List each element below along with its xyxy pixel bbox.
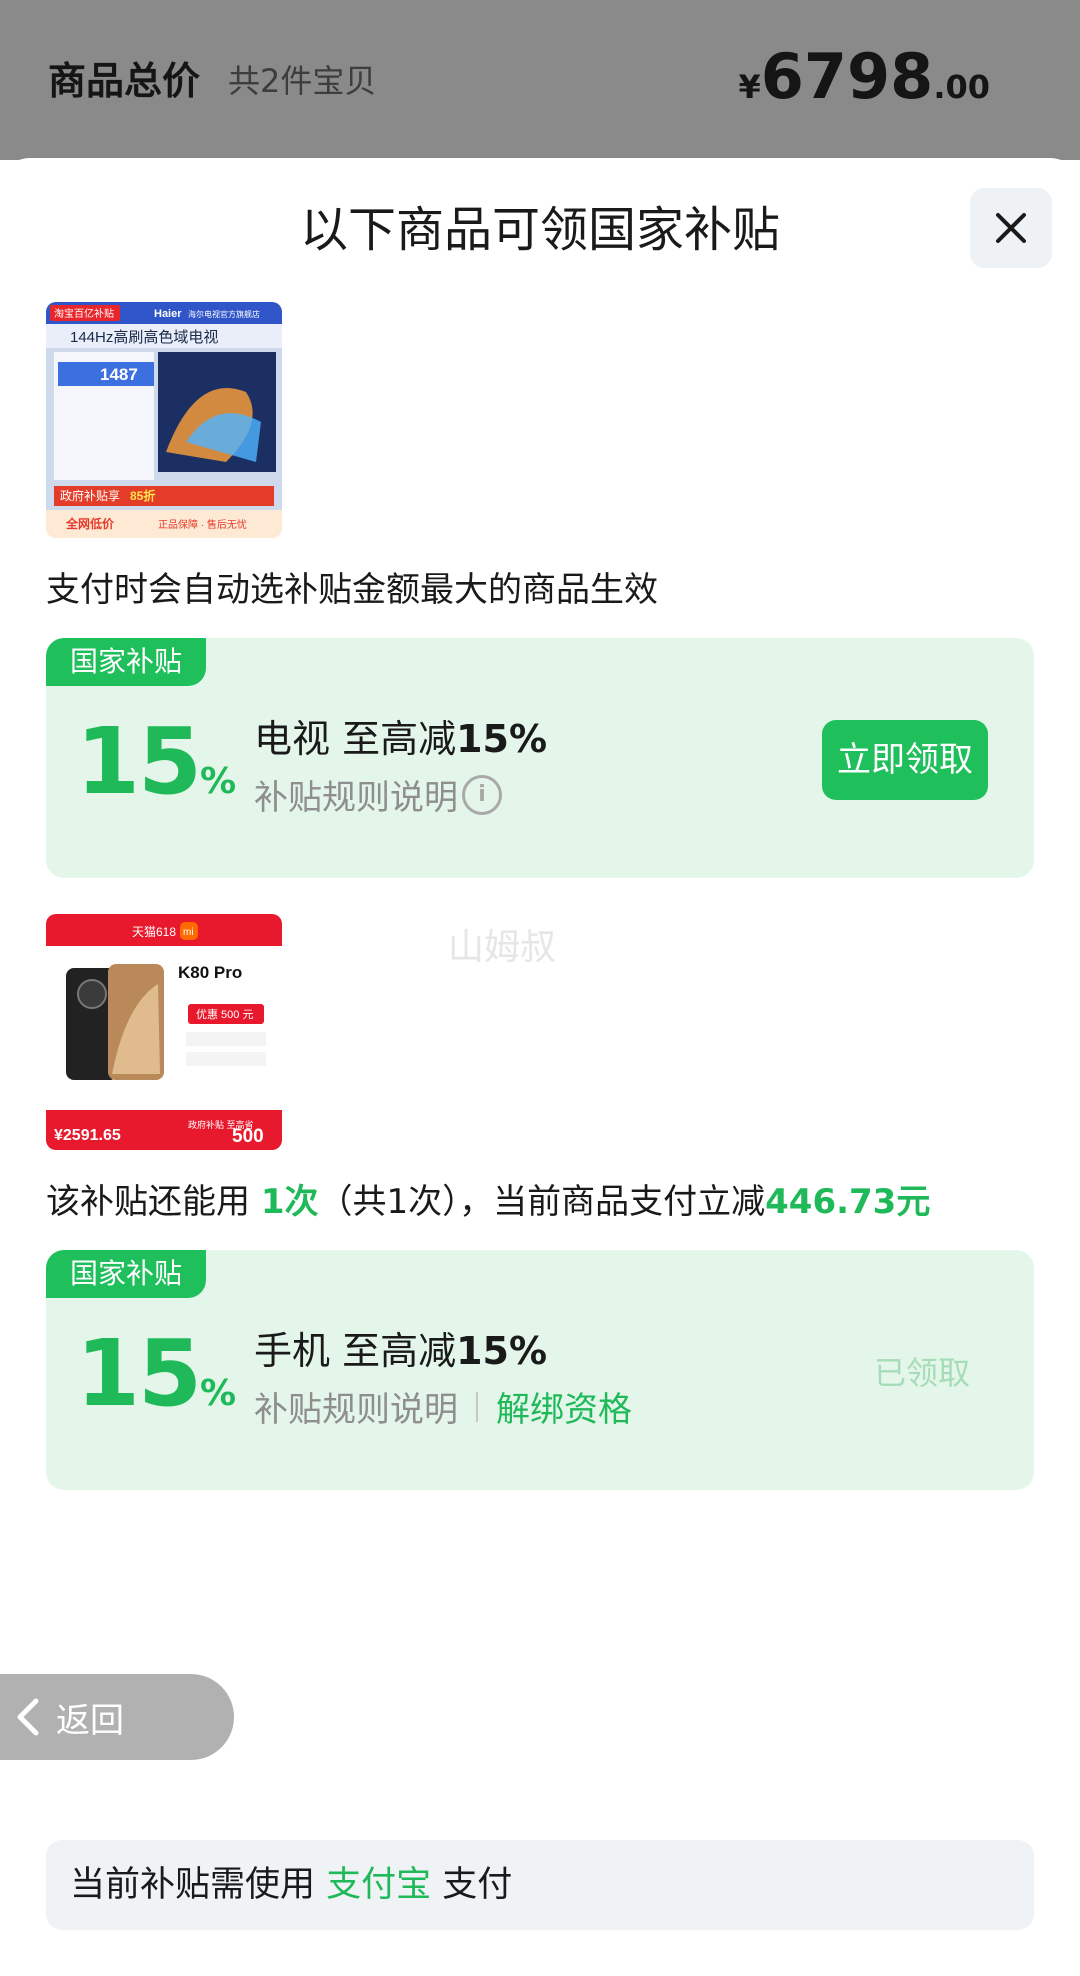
tv-footer-left: 全网低价: [65, 516, 115, 531]
total-price-label: 商品总价: [48, 59, 201, 103]
tv-subsidy-card: 国家补贴 15% 电视 至高减15% 补贴规则说明 i 立即领取: [46, 638, 1034, 878]
subsidy-sub-row: 补贴规则说明 解绑资格: [254, 1382, 632, 1431]
subsidy-title-prefix: 手机 至高减: [254, 1329, 457, 1373]
subsidy-title: 电视 至高减15%: [254, 708, 547, 763]
phone-product-image[interactable]: 天猫618 mi K80 Pro 优惠 500 元 ¥2591.65 政府补贴 …: [46, 914, 282, 1150]
percent-symbol: %: [200, 761, 237, 802]
subsidy-rule-link[interactable]: 补贴规则说明 i: [254, 770, 502, 819]
subsidy-title-pct: 15%: [456, 717, 548, 761]
note-part2: （共1次），当前商品支付立减: [318, 1182, 766, 1222]
tv-price: 1487: [100, 365, 138, 384]
chevron-left-icon: [17, 1698, 39, 1736]
tv-footer-right: 正品保障 · 售后无忧: [158, 518, 247, 531]
tv-store: 海尔电视官方旗舰店: [188, 309, 260, 319]
note-amount: 446.73元: [765, 1182, 931, 1222]
subsidy-tag: 国家补贴: [46, 1250, 206, 1298]
subsidy-title-pct: 15%: [456, 1329, 548, 1373]
note-times: 1次: [260, 1182, 319, 1222]
subsidy-rule-link[interactable]: 补贴规则说明: [254, 1382, 458, 1431]
close-button[interactable]: [970, 188, 1052, 268]
order-total-bar: 商品总价 共2件宝贝 ¥6798.00: [0, 0, 1080, 160]
subsidy-tag: 国家补贴: [46, 638, 206, 686]
unbind-link[interactable]: 解绑资格: [496, 1382, 632, 1431]
tv-rebate: 政府补贴享: [60, 488, 120, 503]
phone-subsidy-card: 国家补贴 15% 手机 至高减15% 补贴规则说明 解绑资格 已领取: [46, 1250, 1034, 1490]
note-part1: 该补贴还能用: [46, 1182, 261, 1222]
pay-suffix: 支付: [431, 1865, 513, 1905]
phone-store-badge: 天猫618: [132, 925, 176, 939]
close-icon: [996, 213, 1026, 243]
phone-model: K80 Pro: [178, 963, 242, 982]
phone-discount: 优惠 500 元: [196, 1007, 253, 1021]
percent-value: 15: [76, 708, 202, 815]
info-icon: i: [462, 774, 502, 815]
tv-rebate-pct: 85折: [130, 488, 155, 503]
subsidy-title-prefix: 电视 至高减: [254, 717, 457, 761]
tv-product-image[interactable]: 淘宝百亿补贴 Haier 海尔电视官方旗舰店 144Hz高刷高色域电视 1487…: [46, 302, 282, 538]
claim-now-button[interactable]: 立即领取: [822, 720, 988, 800]
pay-prefix: 当前补贴需使用: [70, 1865, 327, 1905]
subsidy-title: 手机 至高减15%: [254, 1320, 547, 1375]
currency-symbol: ¥: [738, 68, 761, 106]
claimed-status: 已领取: [874, 1354, 971, 1392]
phone-subsidy-value: 500: [232, 1126, 264, 1147]
subsidy-rule-label: 补贴规则说明: [254, 778, 458, 818]
divider: [476, 1391, 478, 1422]
tv-brand: Haier: [154, 308, 182, 320]
auto-select-note: 支付时会自动选补贴金额最大的商品生效: [46, 570, 658, 610]
phone-price: ¥2591.65: [54, 1127, 121, 1144]
watermark: 山姆叔: [448, 927, 557, 968]
sheet-title: 以下商品可领国家补贴: [299, 202, 780, 258]
price-decimal: .00: [933, 68, 990, 106]
percent-value: 15: [76, 1320, 202, 1427]
tv-banner-left: 淘宝百亿补贴: [54, 307, 114, 320]
subsidy-percent: 15%: [76, 1320, 236, 1427]
percent-symbol: %: [200, 1373, 237, 1414]
pay-method: 支付宝: [326, 1865, 432, 1905]
item-count: 共2件宝贝: [228, 62, 377, 100]
back-label: 返回: [56, 1700, 124, 1741]
back-button[interactable]: 返回: [0, 1674, 234, 1760]
subsidy-percent: 15%: [76, 708, 236, 815]
price-integer: 6798: [760, 40, 934, 113]
remaining-use-note: 该补贴还能用 1次（共1次），当前商品支付立减446.73元: [46, 1174, 930, 1223]
mi-logo: mi: [183, 927, 194, 938]
total-price: ¥6798.00: [738, 40, 990, 113]
tv-headline: 144Hz高刷高色域电视: [70, 329, 218, 346]
payment-method-bar: 当前补贴需使用 支付宝 支付: [46, 1840, 1034, 1930]
